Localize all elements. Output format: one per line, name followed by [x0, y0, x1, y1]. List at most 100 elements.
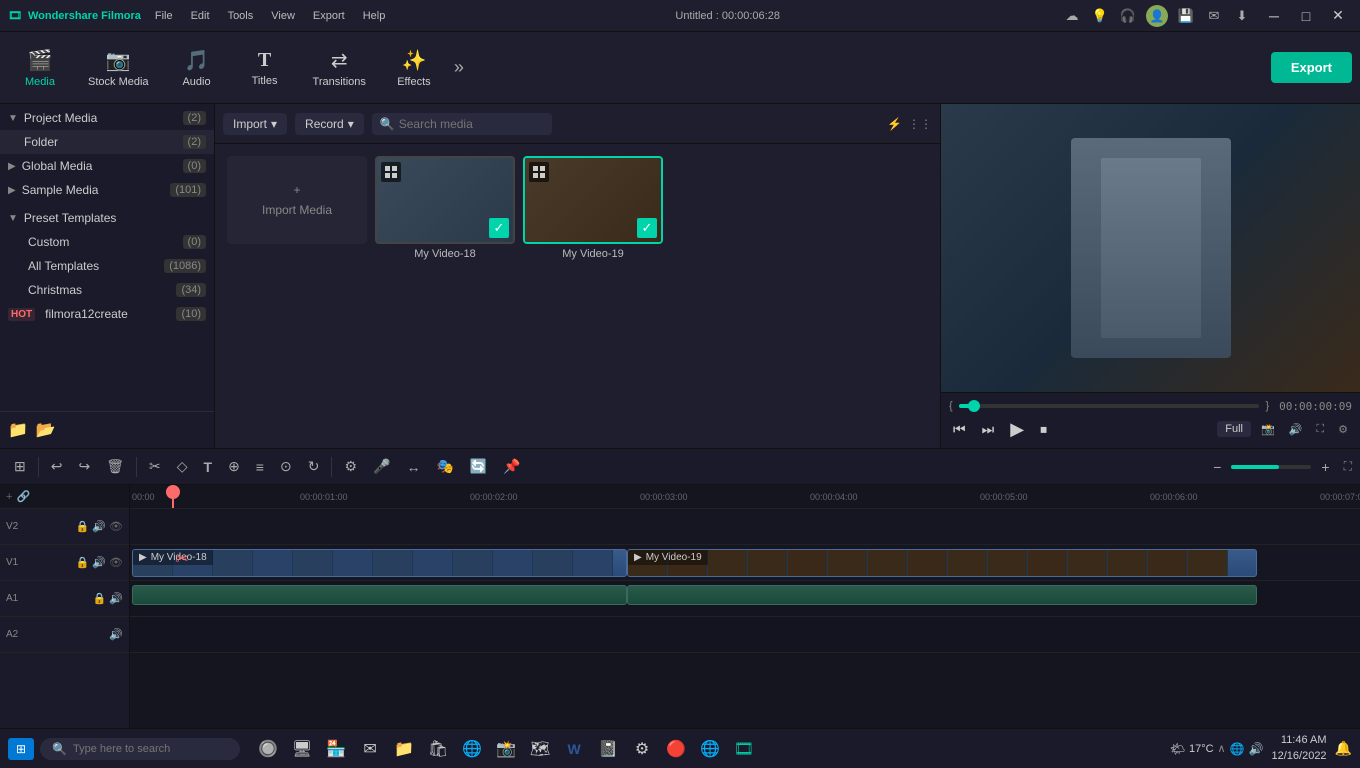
menu-file[interactable]: File	[147, 8, 181, 24]
bulb-icon[interactable]: 💡	[1090, 6, 1110, 26]
tl-loop-button[interactable]: ⊙	[274, 454, 298, 479]
menu-edit[interactable]: Edit	[183, 8, 218, 24]
network-icon[interactable]: 🌐	[1230, 742, 1245, 756]
headset-icon[interactable]: 🎧	[1118, 6, 1138, 26]
toolbar-stock-media[interactable]: 📷 Stock Media	[76, 42, 161, 94]
tl-stabilize-button[interactable]: ↻	[302, 454, 326, 479]
toolbar-more-icon[interactable]: »	[450, 53, 468, 82]
taskbar-icon-cortana[interactable]: 🔘	[254, 735, 282, 763]
folder-open-icon[interactable]: 📂	[36, 420, 56, 440]
taskbar-icon-instagram[interactable]: 📸	[492, 735, 520, 763]
a1-volume-icon[interactable]: 🔊	[109, 592, 123, 605]
filter-icon[interactable]: ⚡	[887, 117, 902, 131]
preview-fullscreen-icon[interactable]: ⛶	[1312, 421, 1328, 438]
tl-fullscreen-icon[interactable]: ⛶	[1344, 459, 1352, 474]
media-item-video19[interactable]: ✓ My Video-19	[523, 156, 663, 436]
avatar-icon[interactable]: 👤	[1146, 5, 1168, 27]
stop-button[interactable]: ⏹	[1036, 419, 1051, 440]
preview-snap-icon[interactable]: 📸	[1257, 421, 1279, 438]
timeline-ruler[interactable]: 00:00 00:00:01:00 00:00:02:00 00:00:03:0…	[130, 485, 1360, 509]
taskbar-icon-mail[interactable]: ✉	[356, 735, 384, 763]
notification-icon[interactable]: 🔔	[1335, 740, 1352, 757]
menu-export[interactable]: Export	[305, 8, 353, 24]
zoom-out-button[interactable]: −	[1207, 455, 1227, 479]
toolbar-media[interactable]: 🎬 Media	[8, 42, 72, 94]
frame-back-button[interactable]: ⏭	[978, 419, 999, 440]
menu-tools[interactable]: Tools	[220, 8, 262, 24]
clip-audio19[interactable]	[627, 585, 1257, 605]
tl-crop-button[interactable]: ◇	[171, 454, 194, 479]
v2-lock-icon[interactable]: 🔒	[76, 520, 90, 533]
add-track-icon[interactable]: +	[6, 491, 12, 503]
tl-text-button[interactable]: T	[198, 455, 219, 479]
zoom-bar[interactable]	[1231, 465, 1311, 469]
tl-delete-button[interactable]: 🗑	[100, 454, 130, 479]
clip-video18[interactable]: ▶ My Video-18	[132, 549, 627, 577]
search-input[interactable]	[399, 117, 544, 131]
sidebar-item-all-templates[interactable]: All Templates (1086)	[0, 254, 214, 278]
preview-settings-icon[interactable]: ⚙	[1334, 421, 1352, 438]
sidebar-item-preset-templates[interactable]: ▼ Preset Templates	[0, 206, 214, 230]
play-button[interactable]: ▶	[1006, 417, 1028, 442]
v2-volume-icon[interactable]: 🔊	[92, 520, 106, 533]
start-button[interactable]: ⊞	[8, 738, 34, 760]
toolbar-titles[interactable]: T Titles	[233, 43, 297, 93]
v2-eye-icon[interactable]: 👁	[109, 520, 123, 533]
record-button[interactable]: Record ▾	[295, 113, 364, 135]
menu-view[interactable]: View	[263, 8, 303, 24]
import-button[interactable]: Import ▾	[223, 113, 287, 135]
taskbar-icon-settings[interactable]: ⚙	[628, 735, 656, 763]
tl-undo-button[interactable]: ↩	[45, 454, 69, 479]
taskbar-icon-chrome[interactable]: 🌐	[696, 735, 724, 763]
cloud-icon[interactable]: ☁	[1062, 6, 1082, 26]
clip-audio18[interactable]	[132, 585, 627, 605]
tl-audio-stretch-button[interactable]: ↔	[400, 455, 426, 479]
tl-effect-button[interactable]: 🎭	[430, 454, 459, 479]
system-clock[interactable]: 11:46 AM 12/16/2022	[1272, 733, 1327, 764]
taskbar-icon-store[interactable]: 🏪	[322, 735, 350, 763]
import-media-item[interactable]: + Import Media	[227, 156, 367, 436]
a1-lock-icon[interactable]: 🔒	[93, 592, 107, 605]
minimize-button[interactable]: ─	[1260, 6, 1288, 26]
mail-icon[interactable]: ✉	[1204, 6, 1224, 26]
volume-tray-icon[interactable]: 🔊	[1249, 742, 1264, 756]
taskbar-icon-edge[interactable]: 🌐	[458, 735, 486, 763]
sidebar-item-folder[interactable]: Folder (2)	[0, 130, 214, 154]
tl-motion-button[interactable]: 🔄	[464, 454, 493, 479]
sidebar-item-filmora[interactable]: HOT filmora12create (10)	[0, 302, 214, 326]
v1-volume-icon[interactable]: 🔊	[92, 556, 106, 569]
toolbar-effects[interactable]: ✨ Effects	[382, 42, 446, 94]
export-button[interactable]: Export	[1271, 52, 1352, 83]
taskbar-icon-taskview[interactable]: 🖥	[288, 735, 316, 763]
tl-redo-button[interactable]: ↪	[72, 454, 96, 479]
grid-view-icon[interactable]: ⋮⋮	[908, 117, 932, 131]
taskbar-icon-maps[interactable]: 🗺	[526, 735, 554, 763]
new-folder-icon[interactable]: 📁	[8, 420, 28, 440]
clip-video19[interactable]: ▶ My Video-19	[627, 549, 1257, 577]
sidebar-item-global-media[interactable]: ▶ Global Media (0)	[0, 154, 214, 178]
sidebar-item-christmas[interactable]: Christmas (34)	[0, 278, 214, 302]
taskbar-icon-onenote[interactable]: 📓	[594, 735, 622, 763]
tl-snap-button[interactable]: ⚙	[338, 454, 363, 479]
v1-lock-icon[interactable]: 🔒	[76, 556, 90, 569]
toolbar-transitions[interactable]: ⇄ Transitions	[301, 42, 378, 94]
link-icon[interactable]: 🔗	[16, 490, 30, 503]
sidebar-item-project-media[interactable]: ▼ Project Media (2)	[0, 106, 214, 130]
taskbar-icon-files[interactable]: 📁	[390, 735, 418, 763]
close-button[interactable]: ✕	[1324, 6, 1352, 26]
skip-back-button[interactable]: ⏮	[949, 419, 970, 440]
maximize-button[interactable]: □	[1292, 6, 1320, 26]
taskbar-icon-ms-store[interactable]: 🛍	[424, 735, 452, 763]
media-item-video18[interactable]: ✓ My Video-18	[375, 156, 515, 436]
taskbar-icon-word[interactable]: W	[560, 735, 588, 763]
menu-help[interactable]: Help	[355, 8, 394, 24]
tl-grid-button[interactable]: ⊞	[8, 454, 32, 479]
download-icon[interactable]: ⬇	[1232, 6, 1252, 26]
tl-adjust-button[interactable]: ⊕	[222, 454, 246, 479]
zoom-label[interactable]: Full	[1217, 421, 1251, 437]
tray-chevron[interactable]: ∧	[1218, 742, 1226, 755]
save-icon[interactable]: 💾	[1176, 6, 1196, 26]
zoom-in-button[interactable]: +	[1315, 455, 1335, 479]
tl-voiceover-button[interactable]: 🎤	[367, 454, 396, 479]
preview-scrubber[interactable]	[959, 404, 1260, 408]
